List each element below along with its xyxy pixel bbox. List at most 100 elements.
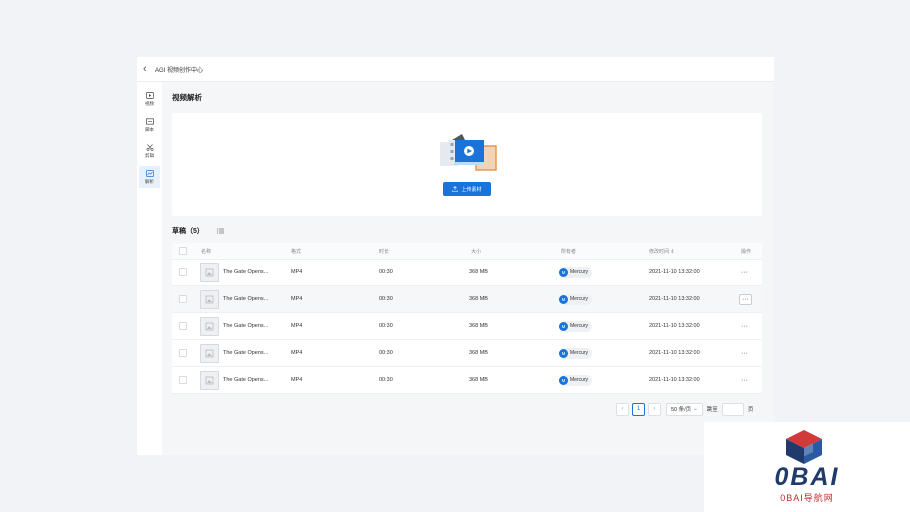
column-header-duration: 时长 xyxy=(379,248,390,255)
modified-time: 2021-11-10 13:32:00 xyxy=(649,350,700,356)
file-size: 368 MB xyxy=(469,350,488,356)
column-header-name: 名称 xyxy=(201,248,212,255)
video-thumbnail-icon xyxy=(200,289,219,309)
sidebar-item-label: 解析 xyxy=(145,179,154,184)
sidebar-item-script[interactable]: 脚本 xyxy=(139,114,160,136)
more-actions-icon[interactable]: ··· xyxy=(739,293,752,305)
prev-page-button[interactable]: ‹ xyxy=(616,402,629,416)
sidebar: 视频 脚本 剪辑 解析 xyxy=(137,82,162,455)
page-unit-label: 页 xyxy=(747,407,754,413)
table-row[interactable]: The Gate Opens... MP4 00:30 368 MB M Merc… xyxy=(172,340,762,367)
more-actions-icon[interactable]: ··· xyxy=(739,376,750,385)
video-upload-illustration-icon xyxy=(440,134,497,171)
cube-logo-icon xyxy=(786,430,822,464)
file-duration: 00:30 xyxy=(379,323,393,329)
drafts-header: 草稿（5） xyxy=(172,226,224,236)
select-all-checkbox[interactable] xyxy=(179,247,187,255)
owner-tag: M Mercury xyxy=(559,293,593,305)
watermark: 0BAI 0BAI导航网 xyxy=(704,422,910,512)
file-name[interactable]: The Gate Opens... xyxy=(223,323,268,329)
watermark-subtitle: 0BAI导航网 xyxy=(780,493,834,503)
upload-material-button[interactable]: 上传素材 xyxy=(443,182,491,196)
upload-button-label: 上传素材 xyxy=(461,186,482,193)
script-icon xyxy=(145,118,154,125)
table-header-row: 名称 格式 时长 大小 所有者 修改时间 ⇕ 操作 xyxy=(172,243,762,260)
app-window: ‹ AGI 视频创作中心 视频 脚本 剪辑 解析 视频解析 上传素材 草稿（5）… xyxy=(137,57,774,455)
avatar: M xyxy=(559,267,568,277)
jump-label: 跳至 xyxy=(706,407,718,413)
more-actions-icon[interactable]: ··· xyxy=(739,268,750,277)
page-size-select[interactable]: 50 条/页 ⌄ xyxy=(666,402,703,416)
page-1-button[interactable]: 1 xyxy=(632,402,645,416)
video-thumbnail-icon xyxy=(200,262,219,282)
file-duration: 00:30 xyxy=(379,377,393,383)
column-header-size: 大小 xyxy=(471,248,482,255)
file-name[interactable]: The Gate Opens... xyxy=(223,296,268,302)
table-row[interactable]: The Gate Opens... MP4 00:30 368 MB M Merc… xyxy=(172,367,762,394)
modified-time: 2021-11-10 13:32:00 xyxy=(649,269,700,275)
avatar: M xyxy=(559,321,568,331)
more-actions-icon[interactable]: ··· xyxy=(739,349,750,358)
sidebar-item-edit[interactable]: 剪辑 xyxy=(139,140,160,162)
drafts-table: 名称 格式 时长 大小 所有者 修改时间 ⇕ 操作 The Gate Opens… xyxy=(172,243,762,394)
sidebar-item-analysis[interactable]: 解析 xyxy=(139,166,160,188)
file-name[interactable]: The Gate Opens... xyxy=(223,377,268,383)
file-duration: 00:30 xyxy=(379,350,393,356)
file-size: 368 MB xyxy=(469,296,488,302)
upload-icon xyxy=(452,186,459,192)
pagination: ‹ 1 › 50 条/页 ⌄ 跳至 页 xyxy=(616,402,753,416)
video-thumbnail-icon xyxy=(200,343,219,363)
page-size-value: 50 条/页 xyxy=(671,407,692,413)
video-icon xyxy=(145,92,154,99)
table-row[interactable]: The Gate Opens... MP4 00:30 368 MB M Merc… xyxy=(172,286,762,313)
owner-tag: M Mercury xyxy=(559,266,593,278)
avatar: M xyxy=(559,375,568,385)
table-row[interactable]: The Gate Opens... MP4 00:30 368 MB M Merc… xyxy=(172,259,762,286)
scissors-icon xyxy=(146,144,153,151)
chevron-down-icon: ⌄ xyxy=(693,406,698,412)
column-header-modified[interactable]: 修改时间 ⇕ xyxy=(649,243,675,259)
owner-name: Mercury xyxy=(570,377,589,383)
owner-name: Mercury xyxy=(570,269,589,275)
table-row[interactable]: The Gate Opens... MP4 00:30 368 MB M Merc… xyxy=(172,313,762,340)
owner-name: Mercury xyxy=(570,350,589,356)
file-format: MP4 xyxy=(291,269,303,275)
row-checkbox[interactable] xyxy=(179,295,187,303)
modified-time: 2021-11-10 13:32:00 xyxy=(649,377,700,383)
upload-area[interactable]: 上传素材 xyxy=(172,113,762,216)
video-thumbnail-icon xyxy=(200,370,219,390)
sidebar-item-label: 脚本 xyxy=(145,127,154,132)
owner-tag: M Mercury xyxy=(559,320,593,332)
column-header-owner: 所有者 xyxy=(561,248,577,255)
owner-tag: M Mercury xyxy=(559,347,593,359)
back-arrow-icon[interactable]: ‹ xyxy=(143,63,151,75)
file-name[interactable]: The Gate Opens... xyxy=(223,350,268,356)
avatar: M xyxy=(559,294,568,304)
page-title: 视频解析 xyxy=(172,93,202,102)
owner-name: Mercury xyxy=(570,323,589,329)
owner-tag: M Mercury xyxy=(559,374,593,386)
row-checkbox[interactable] xyxy=(179,376,187,384)
sidebar-item-video[interactable]: 视频 xyxy=(139,88,160,110)
file-name[interactable]: The Gate Opens... xyxy=(223,269,268,275)
list-view-icon[interactable] xyxy=(217,228,224,234)
more-actions-icon[interactable]: ··· xyxy=(739,322,750,331)
file-duration: 00:30 xyxy=(379,296,393,302)
jump-page-input[interactable] xyxy=(721,402,744,416)
sidebar-item-label: 视频 xyxy=(145,101,154,106)
app-title: AGI 视频创作中心 xyxy=(155,67,204,74)
modified-time: 2021-11-10 13:32:00 xyxy=(649,323,700,329)
row-checkbox[interactable] xyxy=(179,322,187,330)
next-page-button[interactable]: › xyxy=(648,402,661,416)
avatar: M xyxy=(559,348,568,358)
watermark-title: 0BAI xyxy=(774,463,840,491)
file-format: MP4 xyxy=(291,350,303,356)
file-duration: 00:30 xyxy=(379,269,393,275)
top-bar: ‹ AGI 视频创作中心 xyxy=(137,57,774,82)
row-checkbox[interactable] xyxy=(179,268,187,276)
row-checkbox[interactable] xyxy=(179,349,187,357)
owner-name: Mercury xyxy=(570,296,589,302)
file-format: MP4 xyxy=(291,296,303,302)
file-size: 368 MB xyxy=(469,269,488,275)
file-size: 368 MB xyxy=(469,377,488,383)
